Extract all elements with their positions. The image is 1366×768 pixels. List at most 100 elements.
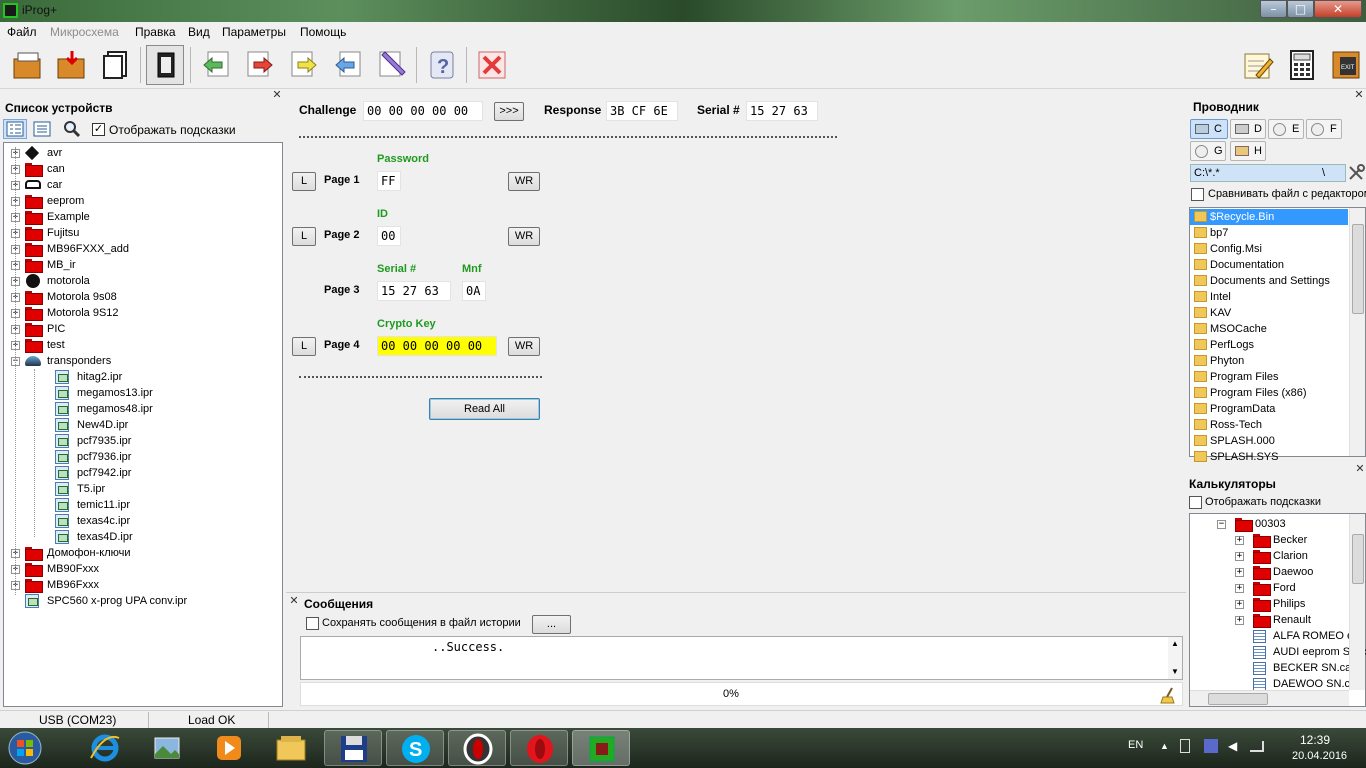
file-list-item[interactable]: bp7 (1190, 225, 1348, 241)
volume-icon[interactable]: ◀ (1228, 739, 1237, 753)
maximize-button[interactable]: □ (1287, 0, 1314, 18)
expand-icon[interactable]: + (1235, 536, 1244, 545)
tray-expand-icon[interactable]: ▲ (1160, 741, 1169, 751)
expand-icon[interactable]: + (1235, 616, 1244, 625)
calculator-button[interactable] (1282, 45, 1320, 85)
file-list-item[interactable]: Intel (1190, 289, 1348, 305)
scroll-thumb[interactable] (1208, 693, 1268, 705)
drive-f-button[interactable]: F (1306, 119, 1342, 139)
taskbar-opera-2[interactable] (510, 730, 568, 766)
id-input[interactable]: 00 (377, 226, 401, 246)
compare-button[interactable] (328, 45, 366, 85)
file-list-item[interactable]: Program Files (1190, 369, 1348, 385)
expand-icon[interactable]: + (1235, 584, 1244, 593)
panel-close-icon[interactable]: ✕ (272, 90, 282, 101)
read-button[interactable] (196, 45, 234, 85)
menu-help[interactable]: Помощь (300, 25, 346, 39)
page2-write-button[interactable]: WR (508, 227, 540, 246)
search-button[interactable] (63, 120, 83, 138)
exit-button[interactable]: EXIT (1326, 45, 1364, 85)
message-scrollbar[interactable]: ▲ ▼ (1168, 637, 1182, 679)
stop-button[interactable] (472, 45, 510, 85)
file-list-item[interactable]: PerfLogs (1190, 337, 1348, 353)
clock-date[interactable]: 20.04.2016 (1292, 750, 1347, 762)
taskbar-explorer[interactable] (262, 730, 320, 766)
messages-close-icon[interactable]: ✕ (289, 596, 299, 607)
menu-edit[interactable]: Правка (135, 25, 176, 39)
file-list-item[interactable]: MSOCache (1190, 321, 1348, 337)
device-tree[interactable]: + avr + can + car + eeprom + Example + Fujitsu + MB96… (3, 142, 283, 707)
calc-hints-checkbox[interactable] (1189, 496, 1202, 509)
action-center-icon[interactable] (1204, 739, 1218, 753)
file-list[interactable]: $Recycle.Bin bp7 Config.Msi Documentation Do… (1189, 207, 1366, 463)
taskbar-media[interactable] (200, 730, 258, 766)
response-field[interactable]: 3B CF 6E (606, 101, 678, 121)
drive-h-button[interactable]: H (1230, 141, 1266, 161)
file-list-item[interactable]: KAV (1190, 305, 1348, 321)
erase-button[interactable] (372, 45, 410, 85)
close-button[interactable]: ✕ (1314, 0, 1362, 18)
expand-icon[interactable]: + (1235, 552, 1244, 561)
drive-d-button[interactable]: D (1230, 119, 1266, 139)
send-challenge-button[interactable]: >>> (494, 102, 524, 121)
page1-lock-button[interactable]: L (292, 172, 316, 191)
page4-lock-button[interactable]: L (292, 337, 316, 356)
page2-lock-button[interactable]: L (292, 227, 316, 246)
taskbar-skype[interactable]: S (386, 730, 444, 766)
collapse-icon[interactable]: − (1217, 520, 1226, 529)
read-all-button[interactable]: Read All (429, 398, 540, 420)
device-icon[interactable] (1180, 739, 1190, 753)
taskbar-opera[interactable] (448, 730, 506, 766)
file-list-item[interactable]: $Recycle.Bin (1190, 209, 1348, 225)
drive-e-button[interactable]: E (1268, 119, 1304, 139)
compare-checkbox[interactable] (1191, 188, 1204, 201)
menu-file[interactable]: Файл (7, 25, 37, 39)
file-list-item[interactable]: Config.Msi (1190, 241, 1348, 257)
clear-messages-button[interactable] (1160, 686, 1180, 704)
save-history-checkbox[interactable] (306, 617, 319, 630)
menu-settings[interactable]: Параметры (222, 25, 286, 39)
start-button[interactable] (0, 730, 50, 766)
file-list-item[interactable]: Ross-Tech (1190, 417, 1348, 433)
expand-icon[interactable]: + (1235, 568, 1244, 577)
menu-view[interactable]: Вид (188, 25, 210, 39)
clock-time[interactable]: 12:39 (1300, 733, 1330, 747)
verify-button[interactable] (284, 45, 322, 85)
save-button[interactable] (52, 45, 90, 85)
challenge-input[interactable]: 00 00 00 00 00 (363, 101, 483, 121)
calculator-tree[interactable]: − 00303 + Becker + Clarion + Daewoo + Ford + Philip… (1189, 513, 1366, 707)
taskbar-ie[interactable] (76, 730, 134, 766)
file-list-scrollbar[interactable] (1349, 208, 1365, 456)
taskbar-save-app[interactable] (324, 730, 382, 766)
tree-view-button[interactable] (3, 119, 27, 139)
explorer-close-icon[interactable]: ✕ (1354, 90, 1364, 101)
browse-history-button[interactable]: ... (532, 615, 571, 634)
page3-serial-input[interactable]: 15 27 63 (377, 281, 451, 301)
path-tools-button[interactable] (1347, 164, 1365, 182)
file-list-item[interactable]: SPLASH.000 (1190, 433, 1348, 449)
message-log[interactable]: ..Success. ▲ ▼ (300, 636, 1183, 680)
open-button[interactable] (8, 45, 46, 85)
minimize-button[interactable]: – (1260, 0, 1287, 18)
path-field[interactable]: C:\*.* \ (1190, 164, 1346, 182)
list-view-button[interactable] (33, 121, 53, 139)
menu-chip[interactable]: Микросхема (50, 25, 119, 39)
show-hints-checkbox[interactable]: ✓ (92, 123, 105, 136)
calc-scrollbar[interactable] (1349, 514, 1365, 690)
taskbar-photos[interactable] (138, 730, 196, 766)
page4-write-button[interactable]: WR (508, 337, 540, 356)
file-list-item[interactable]: Phyton (1190, 353, 1348, 369)
network-icon[interactable] (1250, 741, 1264, 752)
chip-select-button[interactable] (146, 45, 184, 85)
file-list-item[interactable]: SPLASH.SYS (1190, 449, 1348, 465)
write-button[interactable] (240, 45, 278, 85)
file-list-item[interactable]: Documentation (1190, 257, 1348, 273)
password-input[interactable]: FF (377, 171, 401, 191)
scroll-thumb[interactable] (1352, 224, 1364, 314)
language-indicator[interactable]: EN (1128, 739, 1143, 751)
notepad-button[interactable] (1238, 45, 1276, 85)
file-list-item[interactable]: Program Files (x86) (1190, 385, 1348, 401)
calc-hscrollbar[interactable] (1190, 690, 1349, 706)
scroll-thumb[interactable] (1352, 534, 1364, 584)
taskbar-iprog[interactable] (572, 730, 630, 766)
